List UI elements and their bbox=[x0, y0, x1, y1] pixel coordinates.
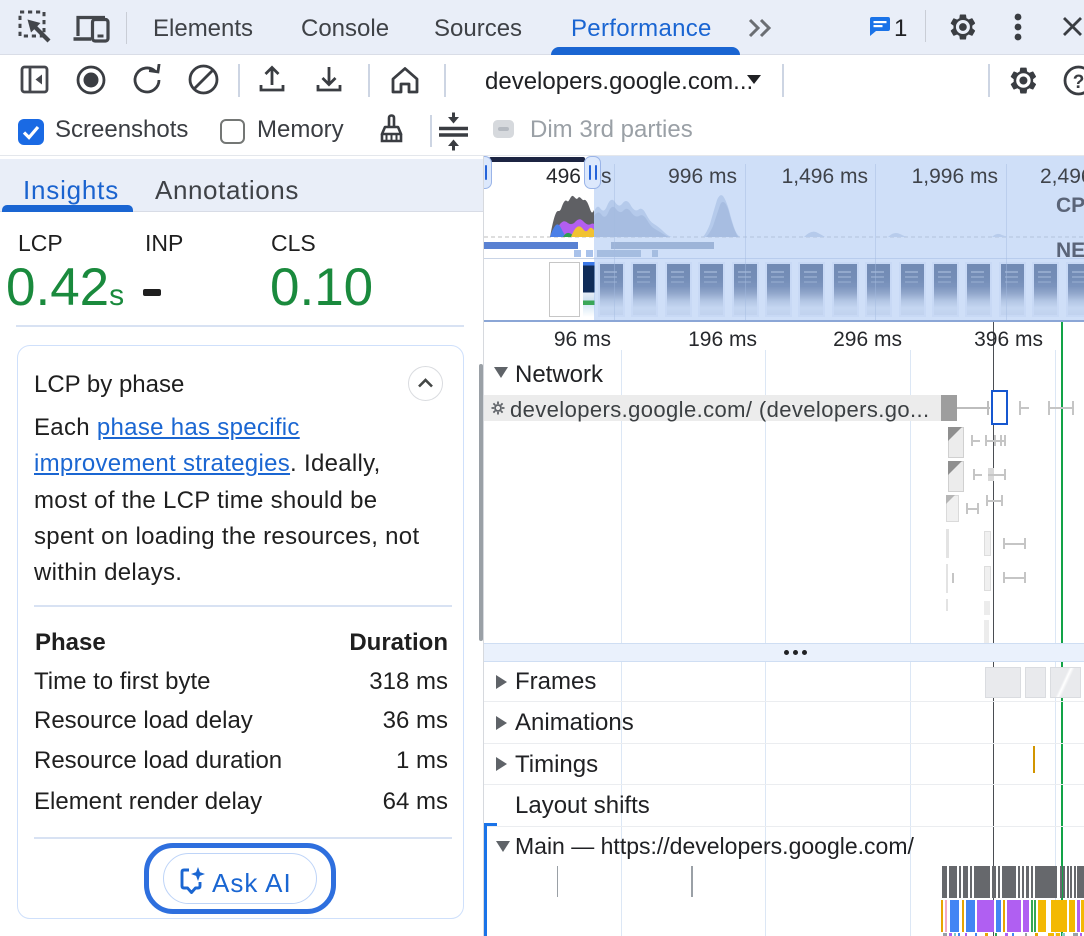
svg-text:?: ? bbox=[1073, 72, 1084, 93]
